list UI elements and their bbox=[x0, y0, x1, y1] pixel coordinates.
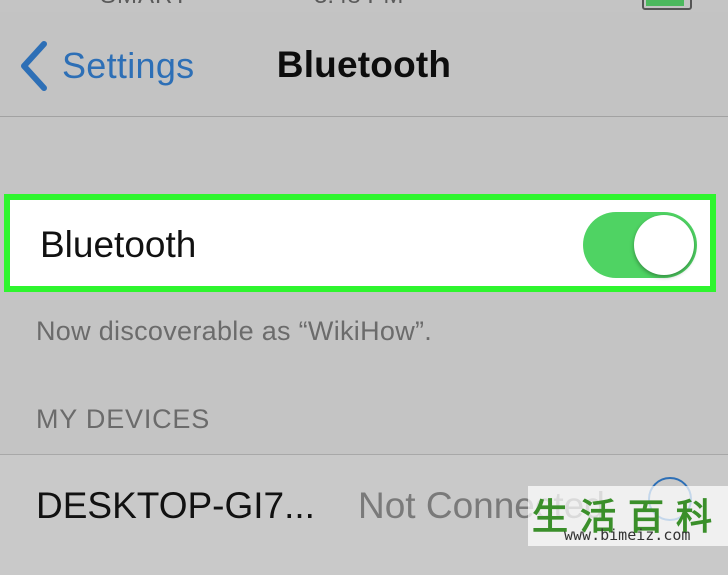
my-devices-header: MY DEVICES bbox=[36, 404, 211, 434]
back-button-label: Settings bbox=[62, 45, 195, 86]
chevron-left-icon bbox=[21, 41, 47, 91]
carrier-label: SMART bbox=[100, 0, 189, 10]
watermark-url: www.bimeiz.com bbox=[564, 526, 691, 544]
back-button[interactable]: Settings bbox=[14, 32, 194, 100]
watermark: 生活百科 www.bimeiz.com bbox=[528, 486, 728, 546]
bluetooth-label: Bluetooth bbox=[40, 224, 197, 265]
battery-level bbox=[646, 0, 684, 6]
battery-icon bbox=[642, 0, 692, 10]
toggle-knob bbox=[634, 215, 694, 275]
device-name: DESKTOP-GI7... bbox=[36, 485, 315, 526]
status-bar: SMART 3:48 PM bbox=[0, 0, 728, 12]
navigation-bar: Settings Bluetooth bbox=[0, 12, 728, 117]
bluetooth-toggle-row: Bluetooth bbox=[4, 194, 716, 292]
discoverable-text: Now discoverable as “WikiHow”. bbox=[36, 316, 433, 346]
bluetooth-toggle[interactable] bbox=[583, 212, 697, 278]
status-time: 3:48 PM bbox=[314, 0, 403, 10]
